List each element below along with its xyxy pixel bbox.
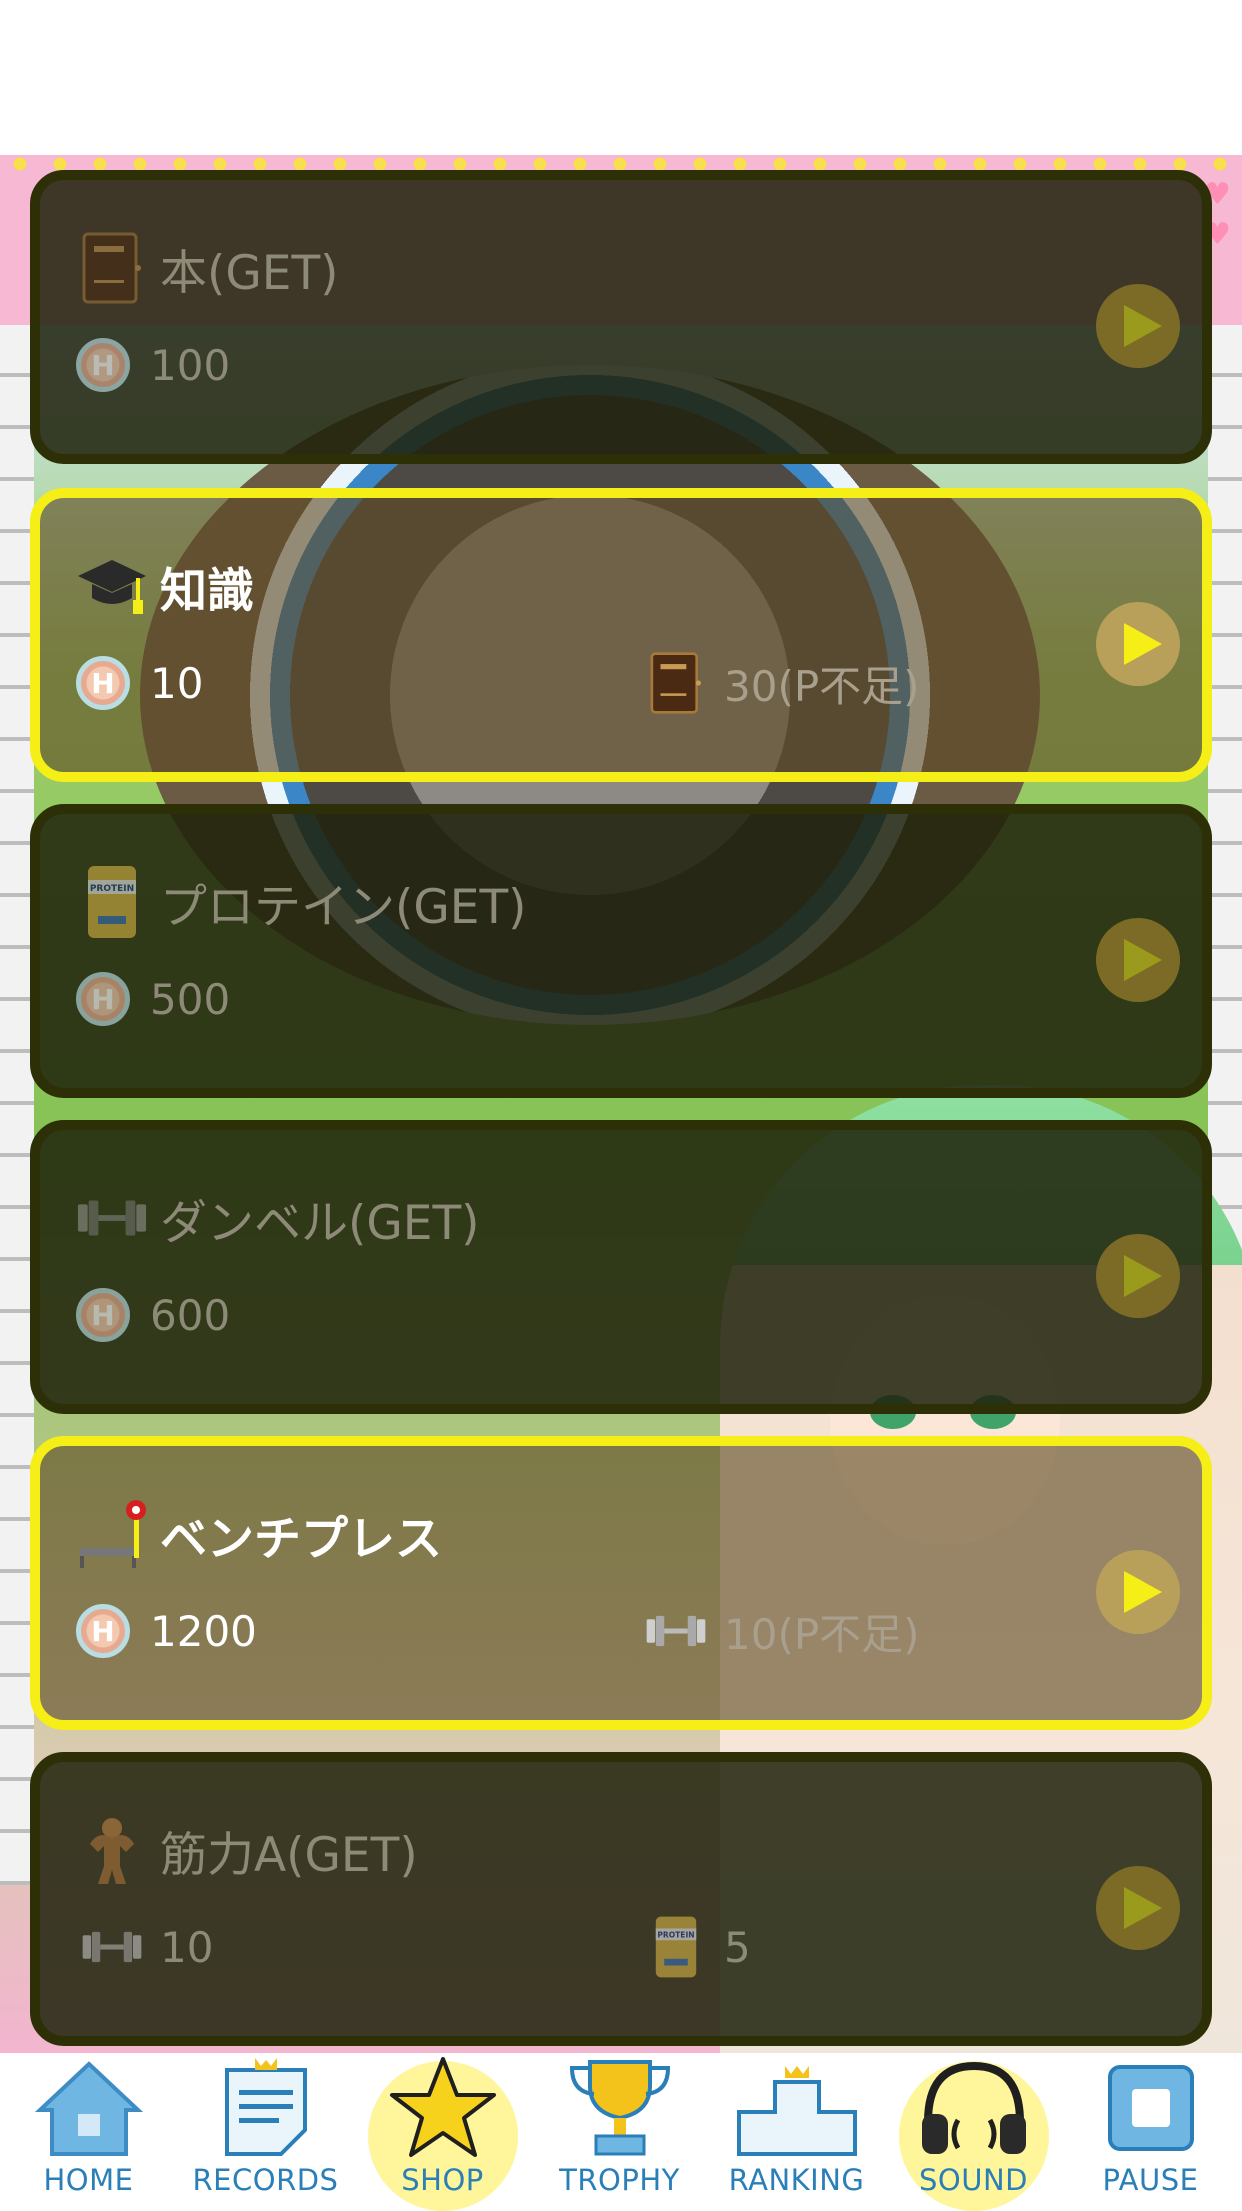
tab-trophy[interactable]: TROPHY xyxy=(531,2053,708,2208)
shop-item-bench-press[interactable]: ベンチプレス H 1200 10(P不足) xyxy=(30,1436,1212,1730)
coin-icon: H xyxy=(76,1604,130,1658)
item-requirement-row: 10(P不足) xyxy=(640,1596,920,1666)
bottom-tab-bar: HOME RECORDS SHOP TROPHY RANKING SOUND P… xyxy=(0,2053,1242,2211)
play-icon xyxy=(1124,1887,1162,1929)
shop-item-knowledge[interactable]: 知識 H 10 30(P不足) xyxy=(30,488,1212,782)
play-icon xyxy=(1124,1571,1162,1613)
play-icon xyxy=(1124,305,1162,347)
tab-label: PAUSE xyxy=(1102,2163,1199,2197)
play-icon xyxy=(1124,1255,1162,1297)
dumbbell-icon xyxy=(76,1911,148,1983)
item-cost-row: 10 xyxy=(76,1912,213,1982)
buy-play-button[interactable] xyxy=(1096,1866,1180,1950)
tab-label: HOME xyxy=(43,2163,134,2197)
shop-item-protein[interactable]: PROTEIN プロテイン(GET) H 500 xyxy=(30,804,1212,1098)
tab-label: TROPHY xyxy=(559,2163,680,2197)
item-requirement-row: PROTEIN 5 xyxy=(640,1912,751,1982)
play-icon xyxy=(1124,939,1162,981)
graduation-cap-icon xyxy=(76,550,148,622)
item-cost-row: H 1200 xyxy=(76,1596,257,1666)
item-title-row: 筋力A(GET) xyxy=(76,1810,418,1890)
muscle-man-icon xyxy=(76,1814,148,1886)
stone-wall-left xyxy=(0,325,34,1885)
coin-cost: 500 xyxy=(150,974,231,1024)
requirement-text: 10(P不足) xyxy=(724,1609,920,1659)
book-icon xyxy=(640,647,712,719)
item-cost-row: H 500 xyxy=(76,964,230,1034)
item-title: ベンチプレス xyxy=(160,1511,442,1567)
svg-text:PROTEIN: PROTEIN xyxy=(90,884,134,894)
coin-icon: H xyxy=(76,972,130,1026)
dumbbell-icon xyxy=(640,1595,712,1667)
item-title-row: 知識 xyxy=(76,546,254,626)
shop-item-book[interactable]: 本(GET) H 100 xyxy=(30,170,1212,464)
buy-play-button[interactable] xyxy=(1096,602,1180,686)
coin-icon: H xyxy=(76,1288,130,1342)
coin-cost: 600 xyxy=(150,1290,231,1340)
protein-can-icon: PROTEIN xyxy=(76,866,148,938)
item-title: 本(GET) xyxy=(160,245,339,301)
item-title: 知識 xyxy=(160,563,254,619)
book-icon xyxy=(76,232,148,304)
star-icon xyxy=(373,2053,513,2163)
play-icon xyxy=(1124,623,1162,665)
coin-cost: 10 xyxy=(150,658,204,708)
item-title-row: 本(GET) xyxy=(76,228,339,308)
tab-home[interactable]: HOME xyxy=(0,2053,177,2208)
item-cost-row: H 100 xyxy=(76,330,230,400)
tab-pause[interactable]: PAUSE xyxy=(1062,2053,1239,2208)
buy-play-button[interactable] xyxy=(1096,1550,1180,1634)
item-cost-row: H 600 xyxy=(76,1280,230,1350)
tab-ranking[interactable]: RANKING xyxy=(708,2053,885,2208)
item-title-row: PROTEIN プロテイン(GET) xyxy=(76,862,527,942)
svg-text:PROTEIN: PROTEIN xyxy=(657,1931,694,1940)
item-title-row: ダンベル(GET) xyxy=(76,1178,480,1258)
requirement-text: 10 xyxy=(160,1922,214,1972)
item-title: 筋力A(GET) xyxy=(160,1827,418,1883)
requirement-text: 30(P不足) xyxy=(724,661,920,711)
bench-press-icon xyxy=(76,1498,148,1570)
item-title: ダンベル(GET) xyxy=(160,1195,480,1251)
tab-label: SOUND xyxy=(919,2163,1028,2197)
pause-icon xyxy=(1081,2053,1221,2163)
protein-can-icon: PROTEIN xyxy=(640,1911,712,1983)
item-requirement-row: 30(P不足) xyxy=(640,648,920,718)
shop-item-dumbbell[interactable]: ダンベル(GET) H 600 xyxy=(30,1120,1212,1414)
coin-cost: 1200 xyxy=(150,1606,257,1656)
coin-icon: H xyxy=(76,656,130,710)
buy-play-button[interactable] xyxy=(1096,918,1180,1002)
shop-item-strength-a[interactable]: 筋力A(GET) 10 PROTEIN 5 xyxy=(30,1752,1212,2046)
item-cost-row: H 10 xyxy=(76,648,203,718)
records-icon xyxy=(196,2053,336,2163)
headphones-icon xyxy=(904,2053,1044,2163)
coin-icon: H xyxy=(76,338,130,392)
trophy-icon xyxy=(550,2053,690,2163)
tab-label: RECORDS xyxy=(192,2163,339,2197)
requirement-text: 5 xyxy=(724,1922,751,1972)
buy-play-button[interactable] xyxy=(1096,284,1180,368)
item-title-row: ベンチプレス xyxy=(76,1494,442,1574)
tab-label: SHOP xyxy=(401,2163,484,2197)
home-icon xyxy=(19,2053,159,2163)
coin-cost: 100 xyxy=(150,340,231,390)
tab-records[interactable]: RECORDS xyxy=(177,2053,354,2208)
dumbbell-icon xyxy=(76,1182,148,1254)
tab-label: RANKING xyxy=(728,2163,865,2197)
item-title: プロテイン(GET) xyxy=(160,879,527,935)
tab-shop[interactable]: SHOP xyxy=(354,2053,531,2211)
tab-sound[interactable]: SOUND xyxy=(885,2053,1062,2211)
buy-play-button[interactable] xyxy=(1096,1234,1180,1318)
podium-icon xyxy=(727,2053,867,2163)
